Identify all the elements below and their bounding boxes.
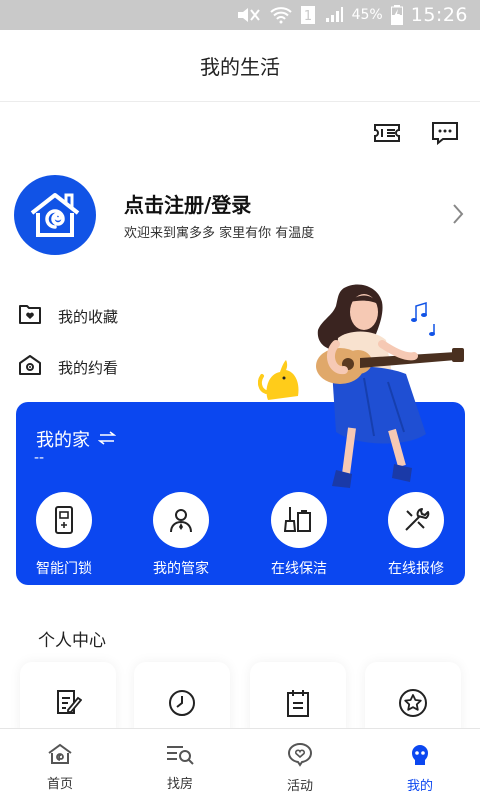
me-icon [408, 743, 432, 771]
app-header: 我的生活 [0, 30, 480, 102]
my-viewings-row[interactable]: 我的约看 [18, 353, 118, 381]
tab-find-house[interactable]: 找房 [120, 729, 240, 800]
girl-playing-guitar-illustration [316, 284, 464, 488]
cleaning-icon [271, 492, 327, 548]
chevron-right-icon [452, 203, 464, 229]
clock: 15:26 [410, 4, 468, 26]
my-viewings-label: 我的约看 [58, 358, 119, 377]
service-label: 智能门锁 [36, 561, 92, 577]
my-home-title[interactable]: 我的家 [36, 426, 117, 452]
top-actions [372, 118, 460, 148]
profile-login-row[interactable]: 点击注册/登录 欢迎来到寓多多 家里有你 有温度 [14, 175, 466, 255]
service-cleaning[interactable]: 在线保洁 [244, 492, 354, 578]
service-label: 在线报修 [388, 561, 444, 577]
find-house-icon [165, 743, 195, 769]
service-smart-lock[interactable]: 智能门锁 [9, 492, 119, 578]
bottom-tab-bar: 首页 找房 活动 我的 [0, 728, 480, 800]
smart-lock-icon [36, 492, 92, 548]
favorites-folder-icon [18, 302, 42, 330]
tab-label: 活动 [286, 779, 313, 794]
my-favorites-label: 我的收藏 [58, 307, 119, 326]
tab-me[interactable]: 我的 [360, 729, 480, 800]
battery-percent: 45% [351, 7, 383, 23]
service-label: 在线保洁 [271, 561, 327, 577]
welcome-text: 欢迎来到寓多多 家里有你 有温度 [124, 226, 315, 241]
repair-icon [388, 492, 444, 548]
page-title: 我的生活 [200, 55, 280, 79]
sim-icon: 1 [300, 5, 316, 25]
avatar[interactable] [14, 175, 96, 255]
svg-text:1: 1 [303, 9, 311, 24]
tab-activity[interactable]: 活动 [240, 729, 360, 800]
status-bar: 1 45% 15:26 [0, 0, 480, 30]
activity-icon [287, 743, 313, 771]
home-icon [47, 743, 73, 769]
login-register-label[interactable]: 点击注册/登录 [124, 189, 314, 218]
wifi-icon [269, 6, 292, 24]
tab-label: 找房 [166, 777, 193, 792]
house-eye-icon [18, 353, 42, 381]
tab-home[interactable]: 首页 [0, 729, 120, 800]
my-favorites-row[interactable]: 我的收藏 [18, 302, 118, 330]
service-label: 我的管家 [153, 561, 209, 577]
service-repair[interactable]: 在线报修 [361, 492, 471, 578]
tab-label: 我的 [406, 779, 433, 794]
personal-center-title: 个人中心 [38, 631, 106, 651]
app-logo-icon [30, 193, 80, 237]
ticket-icon[interactable] [372, 118, 402, 148]
message-icon[interactable] [430, 118, 460, 148]
service-butler[interactable]: 我的管家 [126, 492, 236, 578]
mute-icon [236, 6, 262, 24]
switch-icon[interactable] [97, 429, 117, 450]
tab-label: 首页 [46, 777, 73, 792]
home-address: -- [34, 450, 45, 466]
battery-charging-icon [390, 5, 403, 25]
signal-icon [324, 6, 344, 24]
my-home-label: 我的家 [36, 430, 90, 451]
butler-icon [153, 492, 209, 548]
